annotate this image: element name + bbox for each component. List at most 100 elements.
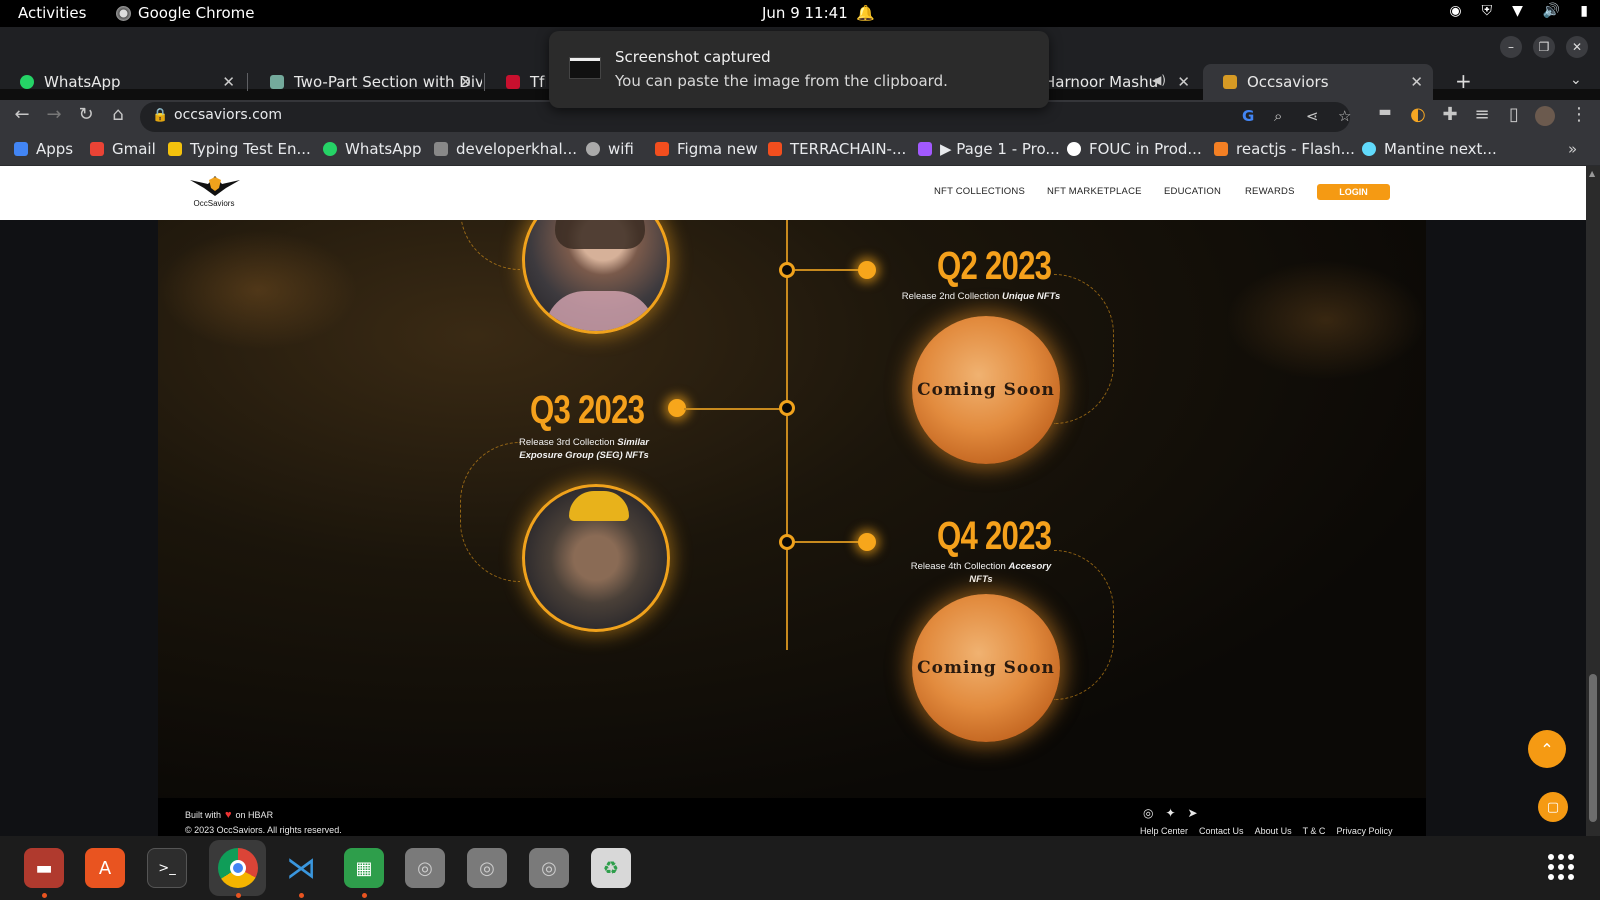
q4-desc-text: Release 4th Collection — [910, 561, 1009, 572]
extensions-puzzle-icon[interactable]: ✚ — [1438, 104, 1462, 125]
chrome-tray-icon[interactable]: ◉ — [1449, 3, 1461, 19]
bookmark-reactjs[interactable]: reactjs - Flash... — [1214, 140, 1355, 158]
bookmark-mantine[interactable]: Mantine next... — [1362, 140, 1497, 158]
bookmark-fouc[interactable]: FOUC in Prod... — [1067, 140, 1202, 158]
bookmark-wifi[interactable]: wifi — [586, 140, 634, 158]
screenshot-notification[interactable]: Screenshot captured You can paste the im… — [549, 31, 1049, 108]
notification-title: Screenshot captured — [615, 48, 771, 66]
footer-link-terms[interactable]: T & C — [1303, 826, 1326, 836]
tab-search-chevron-icon[interactable]: ⌄ — [1570, 72, 1582, 88]
bookmark-label: ▶ Page 1 - Pro... — [940, 140, 1060, 158]
url-text[interactable]: occsaviors.com — [174, 107, 282, 123]
shield-icon[interactable]: ⛨ — [1482, 3, 1493, 19]
bookmark-star-icon[interactable]: ☆ — [1338, 107, 1351, 125]
timeline-node — [779, 534, 795, 550]
extension-g-icon[interactable]: ◐ — [1406, 104, 1430, 125]
battery-icon[interactable]: ▮ — [1580, 3, 1588, 19]
occsaviors-favicon — [1223, 75, 1237, 89]
footer-link-about-us[interactable]: About Us — [1255, 826, 1292, 836]
bookmark-gmail[interactable]: Gmail — [90, 140, 156, 158]
activities-button[interactable]: Activities — [18, 4, 86, 22]
profile-avatar[interactable] — [1535, 106, 1555, 126]
twitter-icon[interactable]: ✦ — [1165, 806, 1175, 820]
tab-harnoor-mashup[interactable]: Harnoor Mashu ◀) ✕ — [1030, 64, 1200, 100]
minimize-icon[interactable]: – — [1500, 36, 1522, 58]
bookmark-label: developerkhal... — [456, 140, 577, 158]
nav-rewards[interactable]: REWARDS — [1245, 186, 1295, 197]
show-apps-grid-icon[interactable] — [1548, 854, 1574, 880]
nav-nft-collections[interactable]: NFT COLLECTIONS — [934, 186, 1025, 197]
reload-icon[interactable]: ↻ — [74, 104, 98, 125]
chatgpt-icon — [270, 75, 284, 89]
site-navbar: OccSaviors NFT COLLECTIONS NFT MARKETPLA… — [0, 166, 1586, 220]
close-tab-icon[interactable]: ✕ — [459, 73, 472, 91]
system-tray[interactable]: ◉ ⛨ ▼ 🔊 ▮ — [1449, 3, 1588, 19]
chat-button[interactable]: ▢ — [1538, 792, 1568, 822]
zoom-icon[interactable]: ⌕ — [1274, 107, 1282, 125]
volume-icon[interactable]: 🔊 — [1543, 3, 1560, 19]
wifi-icon[interactable]: ▼ — [1512, 3, 1523, 19]
home-icon[interactable]: ⌂ — [106, 104, 130, 125]
scrollbar-thumb[interactable] — [1589, 674, 1597, 822]
instagram-icon[interactable]: ◎ — [1143, 806, 1153, 820]
nav-education[interactable]: EDUCATION — [1164, 186, 1221, 197]
tab-occsaviors[interactable]: Occsaviors ✕ — [1203, 64, 1433, 100]
telegram-icon[interactable]: ➤ — [1188, 806, 1198, 820]
bookmark-terrachain[interactable]: TERRACHAIN-... — [768, 140, 906, 158]
back-icon[interactable]: ← — [10, 104, 34, 125]
close-window-icon[interactable]: ✕ — [1566, 36, 1588, 58]
bookmark-developerkhal[interactable]: developerkhal... — [434, 140, 577, 158]
nav-nft-marketplace[interactable]: NFT MARKETPLACE — [1047, 186, 1142, 197]
chrome-menu-icon[interactable]: ⋮ — [1567, 104, 1591, 125]
reading-list-icon[interactable]: ≡ — [1470, 104, 1494, 125]
react-icon — [1362, 142, 1376, 156]
timeline-marker — [858, 261, 876, 279]
bookmark-figma-new[interactable]: Figma new — [655, 140, 758, 158]
google-lens-icon[interactable]: G — [1242, 107, 1254, 125]
spreadsheet-icon[interactable]: ▦ — [344, 848, 384, 898]
chrome-dock-icon[interactable] — [218, 848, 258, 898]
vscode-icon[interactable]: ⋊ — [281, 848, 321, 898]
forward-icon[interactable]: → — [42, 104, 66, 125]
bookmark-page-1[interactable]: ▶ Page 1 - Pro... — [918, 140, 1060, 158]
disk-icon[interactable]: ◎ — [405, 848, 445, 888]
close-tab-icon[interactable]: ✕ — [1177, 73, 1190, 91]
audio-playing-icon[interactable]: ◀) — [1152, 73, 1166, 87]
restore-icon[interactable]: ❐ — [1533, 36, 1555, 58]
software-center-icon[interactable]: A — [85, 848, 125, 888]
tab-tfn[interactable]: TfN — [486, 64, 546, 100]
bookmark-apps[interactable]: Apps — [14, 140, 73, 158]
footer-link-contact-us[interactable]: Contact Us — [1199, 826, 1244, 836]
disk-icon[interactable]: ◎ — [529, 848, 569, 888]
q4-description: Release 4th Collection Accesory NFTs — [900, 560, 1062, 586]
bookmark-typing-test[interactable]: Typing Test En... — [168, 140, 311, 158]
tab-whatsapp[interactable]: WhatsApp ✕ — [0, 64, 245, 100]
more-bookmarks-icon[interactable]: » — [1568, 140, 1577, 158]
clock[interactable]: Jun 9 11:41 — [762, 4, 848, 22]
nft-avatar-woman — [522, 220, 670, 334]
extension-screen-icon[interactable]: ▬ — [1373, 104, 1397, 120]
tab-two-part-section[interactable]: Two-Part Section with Div ✕ — [250, 64, 482, 100]
files-app-icon[interactable]: ▬ — [24, 848, 64, 898]
bookmark-whatsapp[interactable]: WhatsApp — [323, 140, 422, 158]
login-button[interactable]: LOGIN — [1317, 184, 1390, 200]
scroll-up-arrow-icon[interactable]: ▲ — [1589, 169, 1595, 178]
footer-link-help-center[interactable]: Help Center — [1140, 826, 1188, 836]
lock-icon[interactable]: 🔒 — [152, 108, 168, 123]
disk-icon[interactable]: ◎ — [467, 848, 507, 888]
whatsapp-icon — [20, 75, 34, 89]
new-tab-icon[interactable]: + — [1455, 69, 1472, 93]
share-icon[interactable]: ⋖ — [1306, 107, 1319, 125]
scroll-to-top-button[interactable]: ⌃ — [1528, 730, 1566, 768]
trash-icon[interactable]: ♻ — [591, 848, 631, 888]
footer-link-privacy-policy[interactable]: Privacy Policy — [1336, 826, 1392, 836]
side-panel-icon[interactable]: ▯ — [1502, 104, 1526, 125]
close-tab-icon[interactable]: ✕ — [1410, 73, 1423, 91]
terminal-icon[interactable]: >_ — [147, 848, 187, 888]
site-logo[interactable]: OccSaviors — [186, 174, 242, 210]
page-scrollbar[interactable]: ▲ — [1586, 166, 1600, 836]
app-menu[interactable]: Google Chrome — [116, 4, 255, 22]
tab-label: Occsaviors — [1247, 73, 1329, 91]
close-tab-icon[interactable]: ✕ — [222, 73, 235, 91]
timeline-node — [779, 400, 795, 416]
